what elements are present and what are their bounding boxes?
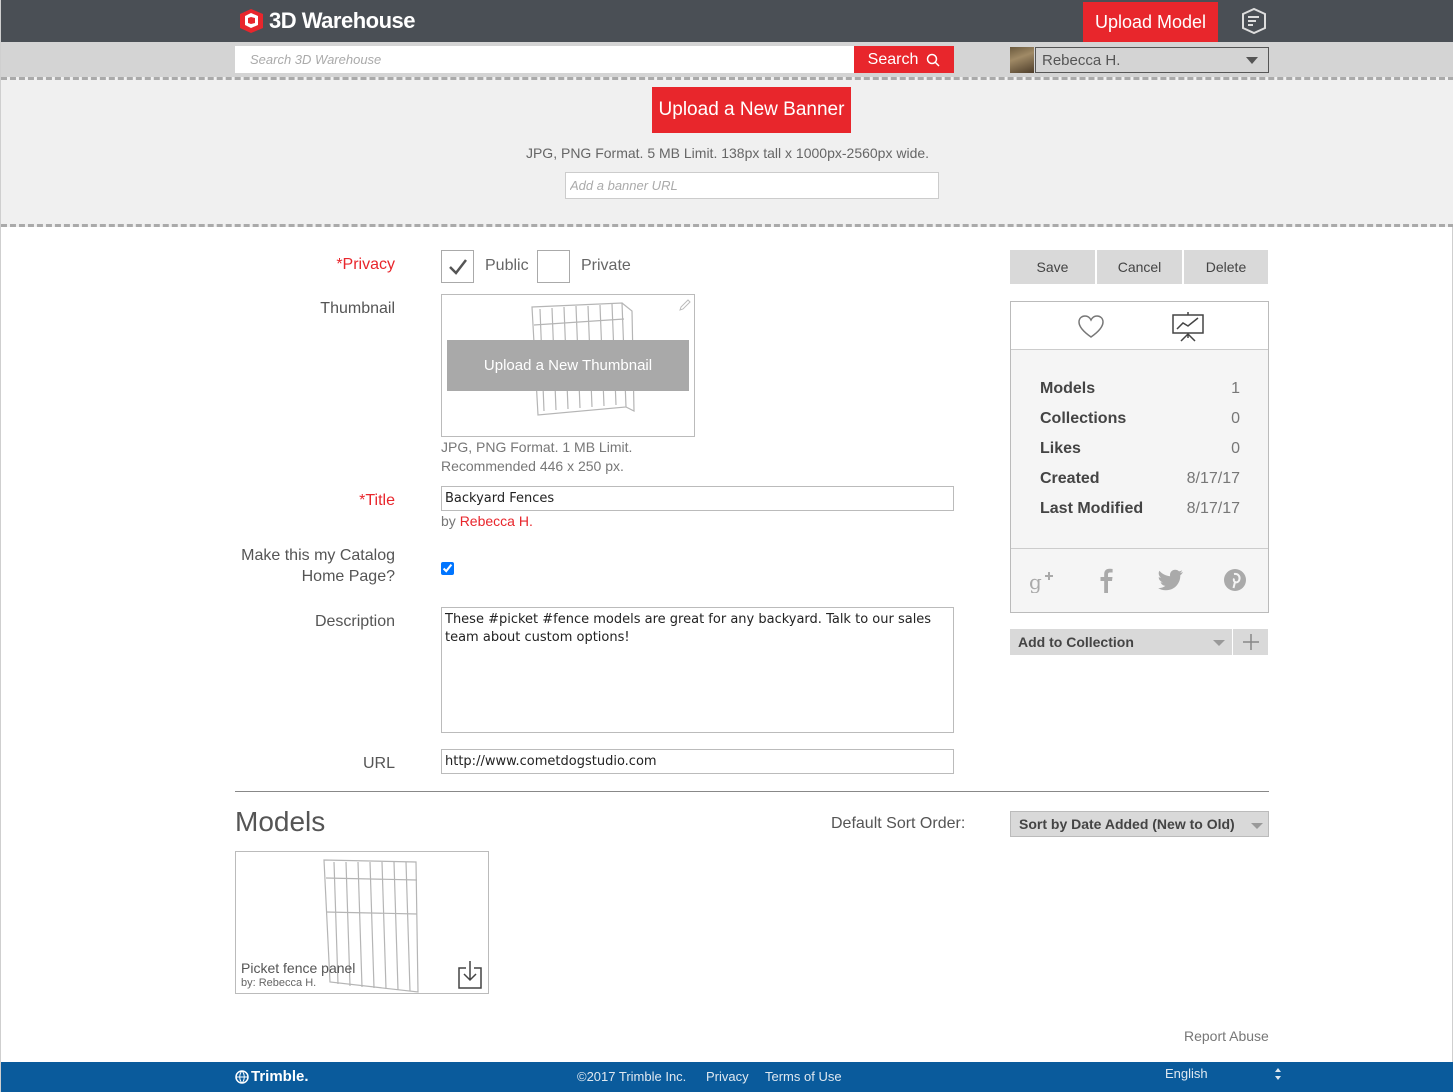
trimble-logo-text: Trimble.: [251, 1068, 309, 1085]
thumbnail-note-size: Recommended 446 x 250 px.: [441, 458, 624, 474]
logo[interactable]: 3D Warehouse: [237, 6, 416, 36]
url-label: URL: [362, 755, 395, 772]
trimble-logo[interactable]: Trimble.: [235, 1068, 309, 1085]
banner-url-input[interactable]: [565, 172, 939, 199]
banner-info-text: JPG, PNG Format. 5 MB Limit. 138px tall …: [525, 145, 930, 161]
thumbnail-label: Thumbnail: [320, 300, 395, 317]
stat-row-collections: Collections 0: [1040, 410, 1240, 432]
user-menu-dropdown[interactable]: Rebecca H.: [1035, 47, 1269, 73]
upload-banner-button[interactable]: Upload a New Banner: [652, 87, 851, 133]
privacy-label: *Privacy: [336, 256, 395, 273]
stats-panel: Models 1 Collections 0 Likes 0 Created 8…: [1010, 301, 1269, 613]
share-bar: g: [1011, 548, 1268, 612]
stat-row-created: Created 8/17/17: [1040, 470, 1240, 492]
download-icon[interactable]: [456, 960, 484, 990]
upload-model-button[interactable]: Upload Model: [1083, 2, 1218, 42]
description-textarea[interactable]: These #picket #fence models are great fo…: [441, 607, 954, 733]
logo-text: 3D Warehouse: [269, 8, 416, 33]
search-input[interactable]: [235, 46, 855, 73]
warehouse-logo-icon: [240, 9, 263, 33]
checkmark-icon: [448, 258, 467, 275]
section-divider: [235, 791, 1269, 792]
sort-order-dropdown[interactable]: Sort by Date Added (New to Old): [1010, 811, 1269, 837]
model-card-author: by: Rebecca H.: [241, 977, 317, 989]
svg-text:g: g: [1029, 570, 1042, 593]
stat-row-last-modified: Last Modified 8/17/17: [1040, 500, 1240, 522]
search-button[interactable]: Search: [854, 46, 954, 73]
plus-icon: [1242, 634, 1259, 650]
model-card-name[interactable]: Picket fence panel: [241, 960, 355, 976]
add-collection-plus-button[interactable]: [1233, 629, 1268, 655]
title-byline: by Rebecca H.: [441, 513, 533, 529]
search-icon: [927, 53, 940, 67]
stat-label: Models: [1040, 380, 1096, 397]
title-label: *Title: [359, 492, 395, 509]
footer-terms-link[interactable]: Terms of Use: [765, 1069, 842, 1084]
stat-label: Likes: [1040, 440, 1081, 457]
add-to-collection-dropdown[interactable]: Add to Collection: [1010, 629, 1232, 655]
chevron-down-icon: [1246, 57, 1258, 64]
twitter-icon[interactable]: [1158, 569, 1184, 591]
catalog-label-line1: Make this my Catalog: [241, 547, 395, 564]
pinterest-icon[interactable]: [1223, 568, 1247, 592]
delete-button[interactable]: Delete: [1184, 250, 1268, 284]
catalog-label-line2: Home Page?: [301, 568, 395, 585]
sort-order-label: Default Sort Order:: [831, 815, 966, 832]
description-label: Description: [314, 613, 395, 630]
language-select[interactable]: English: [1165, 1066, 1208, 1081]
updown-arrows-icon[interactable]: [1274, 1067, 1282, 1081]
stat-label: Last Modified: [1040, 500, 1144, 517]
model-card[interactable]: Picket fence panel by: Rebecca H.: [235, 851, 489, 994]
sketchup-icon[interactable]: [1239, 6, 1269, 36]
public-label: Public: [485, 257, 529, 274]
chevron-down-icon: [1251, 823, 1263, 829]
stats-panel-header: [1011, 302, 1268, 350]
google-plus-icon[interactable]: g: [1029, 569, 1055, 593]
sort-order-value: Sort by Date Added (New to Old): [1019, 816, 1235, 832]
url-input[interactable]: [441, 749, 954, 774]
stat-value: 0: [1231, 440, 1240, 457]
byline-author-link[interactable]: Rebecca H.: [460, 513, 533, 529]
stat-row-likes: Likes 0: [1040, 440, 1240, 462]
public-checkbox[interactable]: [441, 250, 474, 283]
title-input[interactable]: [441, 486, 954, 511]
stat-value: 8/17/17: [1186, 470, 1240, 487]
private-label: Private: [581, 257, 631, 274]
chevron-down-icon: [1213, 640, 1225, 646]
stat-value: 1: [1231, 380, 1240, 397]
top-header-bar: [1, 0, 1453, 42]
stat-label: Created: [1040, 470, 1100, 487]
save-button[interactable]: Save: [1010, 250, 1095, 284]
facebook-icon[interactable]: [1099, 567, 1113, 593]
copyright-text: ©2017 Trimble Inc.: [577, 1069, 687, 1084]
presentation-chart-icon[interactable]: [1171, 310, 1205, 342]
private-checkbox[interactable]: [537, 250, 570, 283]
heart-icon[interactable]: [1077, 314, 1105, 340]
cancel-button[interactable]: Cancel: [1097, 250, 1182, 284]
thumbnail-note-format: JPG, PNG Format. 1 MB Limit.: [441, 439, 633, 455]
avatar[interactable]: [1010, 47, 1034, 73]
byline-prefix: by: [441, 513, 456, 529]
footer-privacy-link[interactable]: Privacy: [706, 1069, 749, 1084]
search-button-label: Search: [867, 50, 919, 68]
upload-thumbnail-button[interactable]: Upload a New Thumbnail: [447, 340, 689, 391]
trimble-globe-icon: [235, 1069, 249, 1084]
pencil-icon[interactable]: [678, 298, 692, 312]
stat-label: Collections: [1040, 410, 1127, 427]
catalog-home-checkbox[interactable]: [441, 562, 454, 575]
stat-value: 0: [1231, 410, 1240, 427]
user-name: Rebecca H.: [1042, 51, 1121, 69]
report-abuse-link[interactable]: Report Abuse: [1184, 1028, 1269, 1044]
stat-value: 8/17/17: [1186, 500, 1240, 517]
stat-row-models: Models 1: [1040, 380, 1240, 402]
add-to-collection-label: Add to Collection: [1018, 634, 1134, 650]
models-heading: Models: [235, 806, 326, 837]
